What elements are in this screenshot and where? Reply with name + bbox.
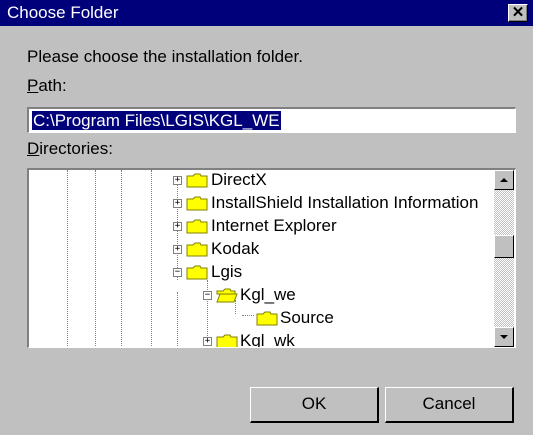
ok-button[interactable]: OK	[250, 387, 379, 423]
folder-closed-icon	[186, 265, 208, 280]
folder-closed-icon	[186, 219, 208, 234]
expand-icon[interactable]: +	[173, 199, 182, 208]
folder-closed-icon	[186, 242, 208, 257]
tree-guide-line	[242, 315, 254, 316]
path-label: Path:	[27, 76, 67, 96]
close-icon: ✕	[511, 4, 525, 21]
path-input[interactable]: C:\Program Files\LGIS\KGL_WE	[27, 107, 516, 133]
expand-icon[interactable]: +	[173, 176, 182, 185]
close-button[interactable]: ✕	[508, 4, 528, 22]
path-label-mnemonic: P	[27, 76, 39, 95]
tree-guide-line	[121, 170, 122, 347]
expand-icon[interactable]: +	[173, 245, 182, 254]
instruction-text: Please choose the installation folder.	[27, 47, 303, 66]
scroll-up-button[interactable]	[494, 170, 514, 190]
expand-icon[interactable]: +	[203, 337, 212, 346]
tree-guide-line	[67, 170, 68, 347]
scroll-down-button[interactable]	[494, 327, 514, 347]
tree-guide-line	[151, 170, 152, 347]
tree-guide-line	[177, 292, 178, 347]
folder-open-icon	[216, 288, 238, 303]
folder-closed-icon	[216, 334, 238, 347]
window-title: Choose Folder	[7, 3, 119, 22]
down-arrow-icon	[500, 335, 508, 339]
expand-icon[interactable]: +	[173, 222, 182, 231]
tree-item-label: Kodak	[211, 239, 260, 258]
title-bar[interactable]: Choose Folder ✕	[0, 0, 533, 26]
vertical-scrollbar[interactable]	[494, 170, 514, 347]
up-arrow-icon	[500, 178, 508, 182]
tree-item-label: Source	[280, 308, 334, 327]
collapse-icon[interactable]: −	[203, 291, 212, 300]
scroll-thumb[interactable]	[494, 235, 514, 258]
tree-item-label: Internet Explorer	[211, 216, 337, 235]
directories-label: Directories:	[27, 139, 113, 159]
path-input-value: C:\Program Files\LGIS\KGL_WE	[32, 111, 281, 130]
path-label-text: ath:	[38, 76, 67, 95]
tree-item-label: InstallShield Installation Information	[211, 193, 479, 212]
directories-label-text: irectories:	[39, 139, 113, 158]
tree-item-label: Kgl_wk	[240, 331, 295, 348]
tree-item-label: Lgis	[211, 262, 243, 281]
cancel-button[interactable]: Cancel	[385, 387, 514, 423]
folder-closed-icon	[186, 173, 208, 188]
tree-item-label: DirectX	[211, 170, 267, 189]
tree-item-label: Kgl_we	[240, 285, 296, 304]
collapse-icon[interactable]: −	[173, 268, 182, 277]
directory-tree[interactable]: + DirectX + InstallShield Installation I…	[27, 168, 516, 348]
directories-label-mnemonic: D	[27, 139, 40, 158]
folder-closed-icon	[256, 311, 278, 326]
tree-guide-line	[95, 170, 96, 347]
choose-folder-dialog: Choose Folder ✕ Please choose the instal…	[0, 0, 533, 435]
folder-closed-icon	[186, 196, 208, 211]
